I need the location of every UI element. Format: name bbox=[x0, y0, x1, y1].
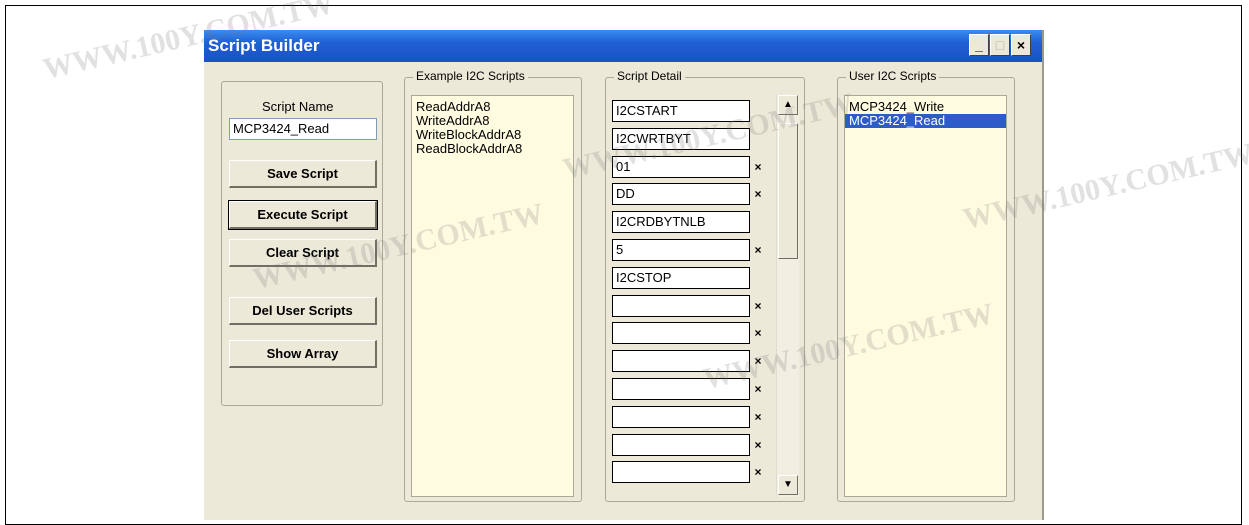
script-detail-field[interactable]: I2CSTART bbox=[612, 100, 750, 122]
script-detail-title: Script Detail bbox=[614, 69, 685, 83]
script-detail-row: × bbox=[612, 432, 770, 459]
script-detail-field[interactable]: I2CWRTBYT bbox=[612, 127, 750, 150]
list-item[interactable]: WriteBlockAddrA8 bbox=[412, 128, 573, 142]
remove-row-icon[interactable]: × bbox=[750, 382, 766, 396]
script-detail-field[interactable]: I2CRDBYTNLB bbox=[612, 211, 750, 234]
remove-row-icon[interactable]: × bbox=[750, 354, 766, 368]
script-detail-field[interactable]: DD bbox=[612, 183, 750, 206]
script-name-input[interactable]: MCP3424_Read bbox=[229, 118, 377, 140]
window-title: Script Builder bbox=[208, 36, 320, 55]
user-scripts-title: User I2C Scripts bbox=[846, 69, 940, 83]
save-script-button[interactable]: Save Script bbox=[229, 160, 377, 188]
list-item[interactable]: ReadAddrA8 bbox=[412, 100, 573, 114]
list-item[interactable]: ReadBlockAddrA8 bbox=[412, 142, 573, 156]
script-detail-row: × bbox=[612, 376, 770, 403]
script-detail-row: 5 × bbox=[612, 237, 770, 264]
script-detail-row: I2CSTART bbox=[612, 98, 770, 125]
remove-row-icon[interactable]: × bbox=[750, 299, 766, 313]
remove-row-icon[interactable]: × bbox=[750, 465, 766, 479]
example-scripts-list[interactable]: ReadAddrA8 WriteAddrA8 WriteBlockAddrA8 … bbox=[411, 95, 574, 497]
script-detail-row: I2CRDBYTNLB bbox=[612, 209, 770, 236]
list-item[interactable]: MCP3424_Write bbox=[845, 100, 1006, 114]
script-detail-field[interactable]: 5 bbox=[612, 239, 750, 261]
maximize-button[interactable]: □ bbox=[990, 34, 1010, 56]
del-user-scripts-button[interactable]: Del User Scripts bbox=[229, 297, 377, 325]
clear-script-button[interactable]: Clear Script bbox=[229, 239, 377, 267]
remove-row-icon[interactable]: × bbox=[750, 410, 766, 424]
script-detail-row: I2CWRTBYT bbox=[612, 126, 770, 153]
execute-script-button[interactable]: Execute Script bbox=[228, 200, 378, 230]
script-detail-row: × bbox=[612, 320, 770, 347]
script-detail-field[interactable] bbox=[612, 405, 750, 428]
close-button[interactable]: × bbox=[1011, 34, 1031, 56]
title-bar[interactable]: Script Builder _ □ × bbox=[204, 30, 1042, 62]
list-item[interactable]: WriteAddrA8 bbox=[412, 114, 573, 128]
script-detail-scrollbar[interactable]: ▲ ▼ bbox=[776, 95, 799, 497]
scroll-thumb[interactable] bbox=[778, 123, 798, 259]
script-name-label: Script Name bbox=[262, 99, 334, 114]
show-array-button[interactable]: Show Array bbox=[229, 340, 377, 368]
script-detail-field[interactable] bbox=[612, 378, 750, 400]
minimize-button[interactable]: _ bbox=[969, 34, 989, 56]
script-detail-row: × bbox=[612, 404, 770, 431]
remove-row-icon[interactable]: × bbox=[750, 160, 766, 174]
scroll-down-icon[interactable]: ▼ bbox=[778, 475, 798, 495]
user-scripts-list[interactable]: MCP3424_Write MCP3424_Read bbox=[844, 95, 1007, 497]
script-detail-field[interactable] bbox=[612, 433, 750, 456]
remove-row-icon[interactable]: × bbox=[750, 187, 766, 201]
script-detail-field[interactable]: 01 bbox=[612, 155, 750, 178]
script-detail-field[interactable] bbox=[612, 322, 750, 345]
scroll-up-icon[interactable]: ▲ bbox=[778, 95, 798, 115]
remove-row-icon[interactable]: × bbox=[750, 243, 766, 257]
script-detail-field[interactable]: I2CSTOP bbox=[612, 266, 750, 289]
script-detail-row: I2CSTOP bbox=[612, 265, 770, 292]
script-detail-row: 01 × bbox=[612, 154, 770, 181]
script-detail-field[interactable] bbox=[612, 294, 750, 317]
script-detail-row: DD × bbox=[612, 181, 770, 208]
remove-row-icon[interactable]: × bbox=[750, 326, 766, 340]
script-detail-row: × bbox=[612, 459, 770, 486]
script-detail-field[interactable] bbox=[612, 461, 750, 484]
list-item-selected[interactable]: MCP3424_Read bbox=[845, 114, 1006, 128]
script-detail-row: × bbox=[612, 293, 770, 320]
example-scripts-title: Example I2C Scripts bbox=[413, 69, 528, 83]
script-detail-field[interactable] bbox=[612, 350, 750, 373]
script-detail-row: × bbox=[612, 348, 770, 375]
remove-row-icon[interactable]: × bbox=[750, 438, 766, 452]
